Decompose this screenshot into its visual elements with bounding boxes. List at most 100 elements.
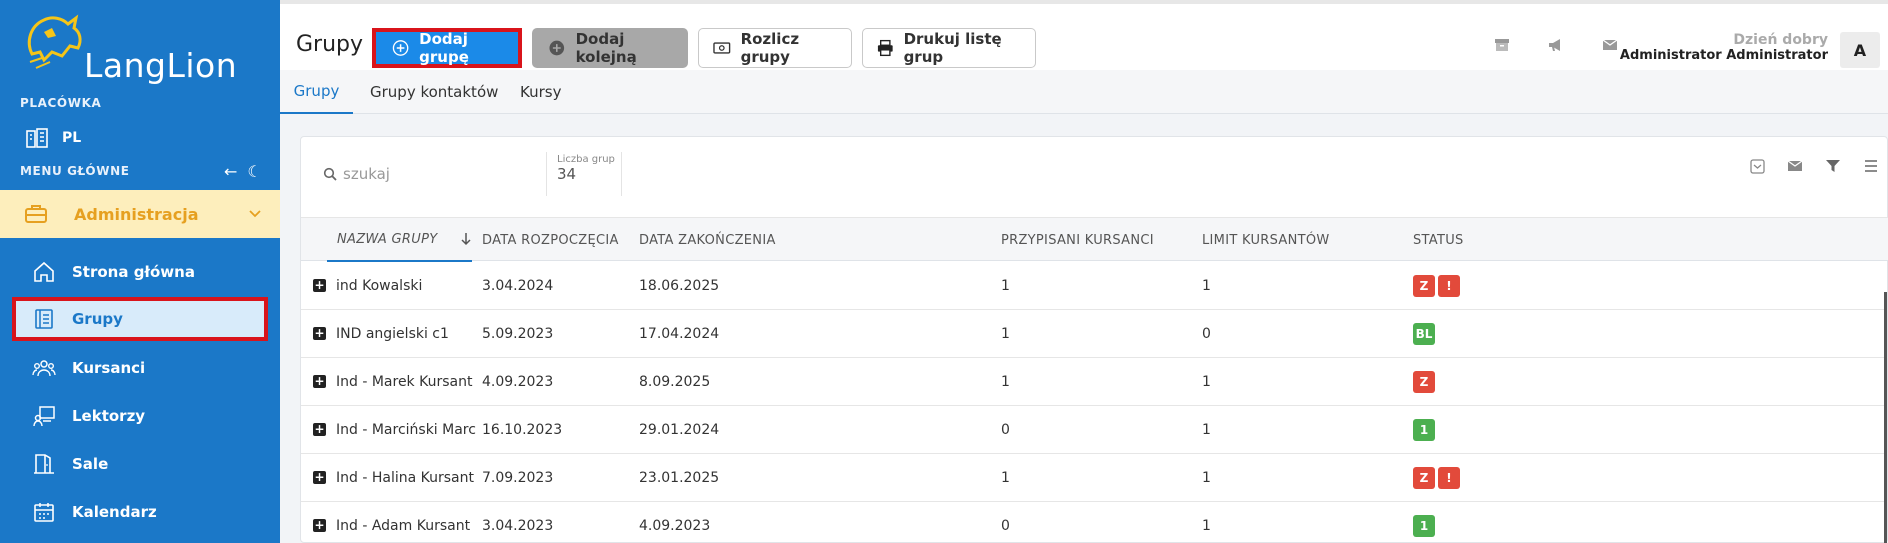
add-next-button[interactable]: Dodaj kolejną — [532, 28, 688, 68]
cell-end: 4.09.2023 — [639, 518, 711, 534]
topbar: Grupy Dodaj grupę Dodaj kolejną Rozlicz … — [280, 0, 1888, 70]
card-toolbar — [1750, 159, 1879, 174]
cell-status: Z! — [1413, 262, 1533, 310]
table-row[interactable]: + IND angielski c1 5.09.2023 17.04.2024 1 0 BL — [301, 310, 1888, 358]
money-icon — [713, 42, 731, 54]
sidebar-item-strona-glowna[interactable]: Strona główna — [0, 250, 280, 294]
user-name: Administrator Administrator — [1619, 48, 1828, 63]
sidebar-item-label: Sale — [72, 455, 109, 473]
table-row[interactable]: + Ind - Adam Kursant 3.04.2023 4.09.2023 0 1 1 — [301, 502, 1888, 543]
cell-assigned: 1 — [1001, 278, 1010, 294]
sidebar-item-sale[interactable]: Sale — [0, 442, 280, 486]
add-next-label: Dodaj kolejną — [575, 30, 637, 66]
mail-icon[interactable] — [1602, 38, 1618, 52]
avatar[interactable]: A — [1840, 32, 1880, 68]
logo[interactable]: LangLion — [22, 12, 237, 85]
column-header-data-zakonczenia[interactable]: DATA ZAKOŃCZENIA — [639, 218, 776, 262]
status-badge: Z — [1413, 371, 1435, 393]
cell-start: 16.10.2023 — [482, 422, 563, 438]
building-icon — [26, 128, 48, 148]
tab-grupy-kontaktow[interactable]: Grupy kontaktów — [370, 70, 498, 114]
menu-tools: ← ☾ — [224, 162, 262, 181]
book-icon — [35, 309, 53, 329]
expand-row-icon[interactable]: + — [313, 327, 326, 340]
table-row[interactable]: + ind Kowalski 3.04.2024 18.06.2025 1 1 Z! — [301, 262, 1888, 310]
cell-limit: 1 — [1202, 278, 1211, 294]
archive-icon[interactable] — [1494, 38, 1510, 52]
column-header-przypisani-kursanci[interactable]: PRZYPISANI KURSANCI — [1001, 218, 1154, 262]
cell-start: 5.09.2023 — [482, 326, 554, 342]
home-icon — [34, 261, 54, 282]
tab-grupy[interactable]: Grupy — [280, 70, 353, 114]
sidebar-item-label: Lektorzy — [72, 407, 146, 425]
sidebar-item-kursanci[interactable]: Kursanci — [0, 346, 280, 390]
status-badge: BL — [1413, 323, 1435, 345]
status-badge: ! — [1438, 275, 1460, 297]
cell-status: Z! — [1413, 454, 1533, 502]
cell-limit: 1 — [1202, 374, 1211, 390]
menu-icon[interactable] — [1863, 159, 1879, 173]
search-placeholder: szukaj — [343, 165, 390, 183]
table-row[interactable]: + Ind - Marciński Marcin 16.10.2023 29.01.2… — [301, 406, 1888, 454]
group-count: Liczba grup 34 — [546, 152, 622, 196]
expand-row-icon[interactable]: + — [313, 423, 326, 436]
expand-row-icon[interactable]: + — [313, 519, 326, 532]
cell-start: 3.04.2023 — [482, 518, 554, 534]
inbox-icon[interactable] — [1750, 159, 1765, 174]
placowka-selector[interactable]: PL — [26, 126, 81, 150]
cell-limit: 1 — [1202, 470, 1211, 486]
printer-icon — [877, 39, 893, 57]
mail-icon[interactable] — [1787, 159, 1803, 173]
expand-row-icon[interactable]: + — [313, 279, 326, 292]
megaphone-icon[interactable] — [1548, 38, 1564, 52]
section-administracja[interactable]: Administracja — [0, 190, 280, 238]
briefcase-icon — [25, 205, 47, 223]
sort-arrow-down-icon — [461, 233, 471, 246]
calendar-icon — [34, 503, 54, 522]
user-greeting: Dzień dobry Administrator Administrator — [1620, 32, 1828, 63]
cell-start: 7.09.2023 — [482, 470, 554, 486]
cell-assigned: 1 — [1001, 374, 1010, 390]
settle-groups-label: Rozlicz grupy — [740, 30, 800, 66]
sidebar-item-grupy[interactable]: Grupy — [12, 297, 268, 341]
column-header-nazwa-grupy[interactable]: NAZWA GRUPY — [327, 218, 472, 262]
cell-end: 23.01.2025 — [639, 470, 720, 486]
groups-card: szukaj Liczba grup 34 NAZWA GRUPY DATA R… — [300, 136, 1888, 543]
status-badge: 1 — [1413, 419, 1435, 441]
sidebar-item-label: Grupy — [72, 310, 123, 328]
search-field[interactable]: szukaj — [323, 165, 390, 183]
column-header-data-rozpoczecia[interactable]: DATA ROZPOCZĘCIA — [482, 218, 619, 262]
moon-icon[interactable]: ☾ — [247, 162, 261, 181]
tab-kursy[interactable]: Kursy — [520, 70, 561, 114]
column-header-limit-kursantow[interactable]: LIMIT KURSANTÓW — [1202, 218, 1330, 262]
search-icon — [323, 167, 337, 181]
column-header-status[interactable]: STATUS — [1413, 218, 1464, 262]
expand-row-icon[interactable]: + — [313, 375, 326, 388]
greeting-text: Dzień dobry — [1733, 32, 1828, 48]
scrollbar[interactable] — [1884, 292, 1887, 543]
cell-name: Ind - Adam Kursant — [336, 518, 471, 534]
sidebar-item-kalendarz[interactable]: Kalendarz — [0, 490, 280, 534]
expand-row-icon[interactable]: + — [313, 471, 326, 484]
cell-assigned: 0 — [1001, 518, 1010, 534]
door-icon — [34, 454, 54, 474]
cell-name: Ind - Marek Kursant 23/ — [336, 374, 476, 390]
cell-name: Ind - Halina Kursant 23, — [336, 470, 476, 486]
cell-end: 8.09.2025 — [639, 374, 711, 390]
sidebar-item-lektorzy[interactable]: Lektorzy — [0, 394, 280, 438]
cell-end: 18.06.2025 — [639, 278, 720, 294]
table-row[interactable]: + Ind - Marek Kursant 23/4.09.2023 8.09.20… — [301, 358, 1888, 406]
print-groups-button[interactable]: Drukuj listę grup — [862, 28, 1036, 68]
status-badge: Z — [1413, 467, 1435, 489]
table-row[interactable]: + Ind - Halina Kursant 23, 7.09.2023 23.01.… — [301, 454, 1888, 502]
cell-status: BL — [1413, 310, 1533, 358]
add-group-button[interactable]: Dodaj grupę — [372, 28, 522, 68]
top-icon-group — [1494, 38, 1618, 52]
tab-bar: Grupy Grupy kontaktów Kursy — [280, 70, 1888, 114]
filter-icon[interactable] — [1825, 159, 1841, 173]
settle-groups-button[interactable]: Rozlicz grupy — [698, 28, 852, 68]
collapse-arrow-icon[interactable]: ← — [224, 162, 237, 181]
group-count-label: Liczba grup — [557, 154, 615, 165]
chevron-down-icon — [249, 210, 261, 218]
users-icon — [32, 360, 56, 377]
